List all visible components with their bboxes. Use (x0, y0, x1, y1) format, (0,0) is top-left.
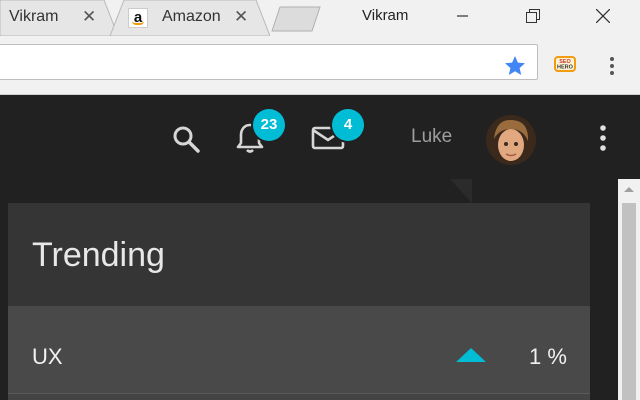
tab-title-clip: Amazon (162, 0, 222, 36)
trend-label: UX (32, 344, 63, 369)
user-avatar-image (486, 115, 536, 165)
scrollbar[interactable] (618, 179, 640, 400)
close-icon (596, 9, 610, 23)
tab-vikram[interactable]: Vikram ✕ (0, 0, 118, 36)
list-item[interactable] (8, 394, 590, 400)
minimize-icon (457, 15, 468, 17)
new-tab-button[interactable] (270, 6, 322, 32)
close-icon[interactable]: ✕ (234, 7, 248, 27)
list-item[interactable]: UX 1 % (8, 306, 590, 394)
restore-button[interactable] (510, 0, 556, 32)
trend-up-icon (456, 348, 486, 362)
seo-hero-extension-icon[interactable]: SEO HERO (553, 52, 577, 76)
card-header: Trending (8, 203, 590, 306)
scroll-up-icon[interactable] (618, 179, 640, 201)
minimize-button[interactable] (440, 0, 486, 32)
messages-badge: 4 (332, 109, 364, 141)
address-bar[interactable] (0, 44, 538, 80)
trending-card: Trending UX 1 % (8, 203, 590, 400)
trend-value: 1 % (529, 344, 567, 369)
header-notch (450, 179, 472, 203)
search-icon[interactable] (170, 123, 202, 155)
more-vert-icon[interactable] (604, 54, 620, 78)
more-vert-icon[interactable] (596, 124, 610, 152)
tab-close-wrap: ✕ (234, 0, 254, 36)
avatar[interactable] (486, 115, 536, 165)
notifications-badge: 23 (253, 109, 285, 141)
tab-strip: Vikram ✕ a Amazon ✕ Vikram (0, 0, 640, 36)
window-title: Vikram (362, 7, 409, 24)
amazon-favicon-icon: a (128, 8, 148, 28)
svg-text:HERO: HERO (557, 65, 574, 71)
tab-title: Amazon (162, 8, 221, 25)
restore-icon (526, 9, 540, 23)
browser-toolbar (0, 36, 640, 95)
close-window-button[interactable] (580, 0, 626, 32)
close-icon[interactable]: ✕ (82, 7, 96, 27)
scroll-thumb[interactable] (622, 203, 636, 400)
bookmark-star-icon[interactable] (503, 54, 527, 78)
username[interactable]: Luke (411, 126, 452, 148)
card-title: Trending (32, 236, 165, 274)
tab-title: Vikram (9, 8, 59, 25)
